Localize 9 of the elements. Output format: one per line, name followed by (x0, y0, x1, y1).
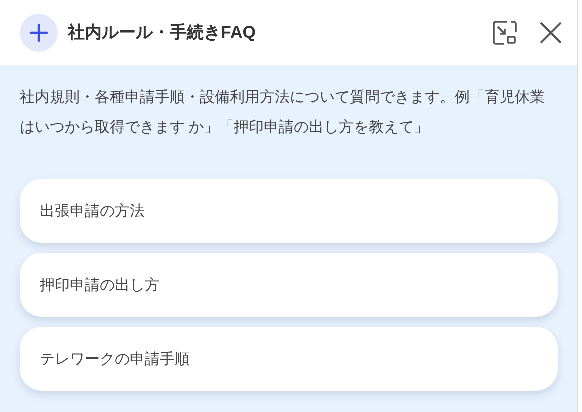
suggestion-card[interactable]: 出張申請の方法 (20, 179, 558, 243)
close-icon (539, 20, 563, 44)
description-text: 社内規則・各種申請手順・設備利用方法について質問できます。例「育児休業はいつから取得できます か」「押印申請の出し方を教えて」 (20, 88, 546, 138)
suggestion-card[interactable]: 押印申請の出し方 (20, 253, 558, 317)
add-button[interactable] (20, 14, 58, 52)
minimize-icon (492, 20, 518, 46)
suggestion-card[interactable]: テレワークの申請手順 (20, 327, 558, 391)
plus-icon (29, 22, 49, 42)
panel-title: 社内ルール・手続きFAQ (68, 22, 257, 44)
